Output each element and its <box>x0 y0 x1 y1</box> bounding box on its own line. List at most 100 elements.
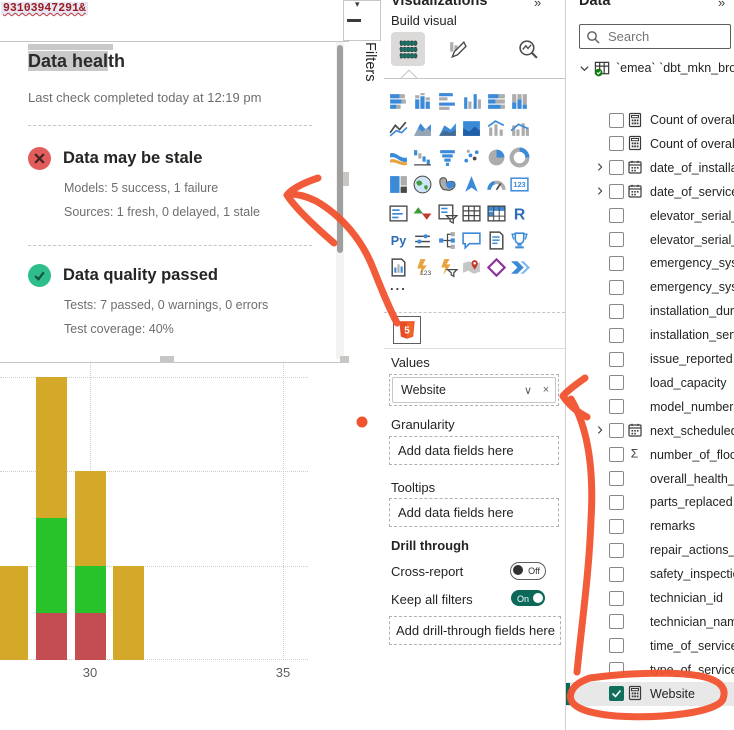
visual-type-line-clustered-column-chart-icon[interactable] <box>508 117 530 139</box>
card-scrollbar[interactable] <box>336 42 344 359</box>
values-field-well[interactable]: Website ∨ × <box>389 374 559 406</box>
visual-type-power-apps-123-icon[interactable]: 123 <box>411 256 433 278</box>
field-checkbox[interactable] <box>609 136 624 151</box>
cross-report-toggle[interactable]: Off <box>510 562 546 580</box>
field-checkbox[interactable] <box>609 591 624 606</box>
bar-segment-red[interactable] <box>36 613 67 660</box>
collapse-pane-icon[interactable]: » <box>534 0 541 10</box>
visual-type-power-automate-icon[interactable] <box>508 256 530 278</box>
bar-segment-gold[interactable] <box>75 471 106 566</box>
field-checkbox[interactable] <box>609 352 624 367</box>
visual-type-python-icon[interactable]: Py <box>387 229 409 251</box>
data-health-visual[interactable]: Data health Last check completed today a… <box>0 41 349 363</box>
visual-type-map-icon[interactable] <box>411 173 433 195</box>
get-more-visuals-button[interactable]: ... <box>390 278 407 293</box>
field-row-website[interactable]: Website <box>566 682 734 706</box>
field-checkbox[interactable] <box>609 471 624 486</box>
visual-type-line-stacked-column-chart-icon[interactable] <box>485 117 507 139</box>
visual-type-power-apps-icon[interactable] <box>485 256 507 278</box>
search-box[interactable] <box>579 24 731 49</box>
chevron-right-icon[interactable] <box>595 424 605 438</box>
collapse-pane-icon[interactable]: » <box>718 0 725 10</box>
table-row-root[interactable]: `emea` `dbt_mkn_bron.. <box>566 56 734 80</box>
visual-type-hundred-stacked-area-chart-icon[interactable] <box>460 117 482 139</box>
field-row-time-of-service[interactable]: time_of_service <box>566 634 734 658</box>
field-checkbox[interactable] <box>609 567 624 582</box>
filters-pane-label[interactable]: Filters <box>362 42 378 81</box>
field-row-emergency-syst[interactable]: emergency_syst.. <box>566 251 734 275</box>
visual-type-hundred-stacked-column-chart-icon[interactable] <box>508 90 530 112</box>
field-row-elevator-serial[interactable]: elevator_serial_.. <box>566 228 734 252</box>
visual-type-stacked-area-chart-icon[interactable] <box>436 117 458 139</box>
visual-type-ribbon-chart-icon[interactable] <box>387 146 409 168</box>
field-row-parts-replaced[interactable]: parts_replaced <box>566 490 734 514</box>
visual-type-arcgis-map-icon[interactable] <box>460 256 482 278</box>
visual-type-r-script-icon[interactable]: R <box>508 202 530 224</box>
granularity-field-well[interactable]: Add data fields here <box>389 436 559 465</box>
tab-build-visual[interactable] <box>391 32 425 66</box>
visual-type-treemap-icon[interactable] <box>387 173 409 195</box>
bar-segment-red[interactable] <box>75 613 106 660</box>
field-row-elevator-serial[interactable]: elevator_serial_.. <box>566 204 734 228</box>
field-row-technician-name[interactable]: technician_name <box>566 610 734 634</box>
field-checkbox[interactable] <box>609 519 624 534</box>
field-row-repair-actions-t[interactable]: repair_actions_t.. <box>566 538 734 562</box>
visual-type-pie-chart-icon[interactable] <box>485 146 507 168</box>
field-checkbox[interactable] <box>609 543 624 558</box>
visual-type-waterfall-chart-icon[interactable] <box>411 146 433 168</box>
field-row-count-of-overal[interactable]: Count of overal.. <box>566 108 734 132</box>
remove-field-icon[interactable]: × <box>537 384 555 396</box>
visual-type-azure-map-icon[interactable] <box>460 173 482 195</box>
field-checkbox[interactable] <box>609 328 624 343</box>
visual-type-slicer-icon[interactable] <box>436 202 458 224</box>
minimize-icon[interactable] <box>347 19 361 22</box>
field-checkbox[interactable] <box>609 304 624 319</box>
visual-type-line-chart-icon[interactable] <box>387 117 409 139</box>
chevron-right-icon[interactable] <box>595 185 605 199</box>
field-row-date-of-installa[interactable]: date_of_installa.. <box>566 156 734 180</box>
chevron-right-icon[interactable] <box>595 161 605 175</box>
field-checkbox[interactable] <box>609 495 624 510</box>
visual-type-card-icon[interactable]: 123 <box>508 173 530 195</box>
field-checkbox[interactable] <box>609 113 624 128</box>
field-row-number-of-floo[interactable]: Σnumber_of_floo.. <box>566 443 734 467</box>
field-pill-website[interactable]: Website ∨ × <box>392 377 556 403</box>
chevron-down-icon[interactable]: ∨ <box>519 384 537 397</box>
visual-header-menu[interactable]: ▾ <box>343 0 381 41</box>
visual-type-hundred-stacked-bar-chart-icon[interactable] <box>485 90 507 112</box>
field-row-count-of-overal[interactable]: Count of overal.. <box>566 132 734 156</box>
stacked-column-chart-visual[interactable]: 3035 <box>0 363 349 703</box>
visual-type-area-chart-icon[interactable] <box>411 117 433 139</box>
visual-type-matrix-icon[interactable] <box>485 202 507 224</box>
field-checkbox[interactable] <box>609 280 624 295</box>
field-checkbox[interactable] <box>609 662 624 677</box>
visual-type-filled-map-icon[interactable] <box>436 173 458 195</box>
visual-type-gauge-icon[interactable] <box>485 173 507 195</box>
visual-type-clustered-bar-chart-icon[interactable] <box>436 90 458 112</box>
visual-type-metrics-icon[interactable] <box>508 229 530 251</box>
field-checkbox[interactable] <box>609 638 624 653</box>
visual-type-smart-narrative-icon[interactable] <box>485 229 507 251</box>
visual-type-power-automate-trigger-icon[interactable] <box>436 256 458 278</box>
bar-segment-gold[interactable] <box>36 377 67 519</box>
resize-handle-corner[interactable] <box>340 356 349 363</box>
field-row-next-scheduled[interactable]: next_scheduled.. <box>566 419 734 443</box>
html5-custom-visual-icon[interactable]: 5 <box>393 316 421 344</box>
visual-type-kpi-icon[interactable] <box>411 202 433 224</box>
bar-segment-green[interactable] <box>75 566 106 613</box>
drill-through-field-well[interactable]: Add drill-through fields here <box>389 616 561 645</box>
field-checkbox[interactable] <box>609 232 624 247</box>
bar-segment-gold[interactable] <box>113 566 144 661</box>
field-row-overall-health-c[interactable]: overall_health_c.. <box>566 467 734 491</box>
field-row-load-capacity[interactable]: load_capacity <box>566 371 734 395</box>
visual-type-stacked-bar-chart-icon[interactable] <box>387 90 409 112</box>
keep-all-filters-toggle[interactable]: On <box>511 590 545 606</box>
field-row-emergency-syst[interactable]: emergency_syst.. <box>566 275 734 299</box>
visual-type-qna-icon[interactable] <box>460 229 482 251</box>
field-row-technician-id[interactable]: technician_id <box>566 586 734 610</box>
field-checkbox[interactable] <box>609 686 624 701</box>
bar-segment-green[interactable] <box>36 518 67 613</box>
field-row-issue-reported[interactable]: issue_reported <box>566 347 734 371</box>
scrollbar-thumb[interactable] <box>337 45 343 253</box>
tab-format-visual[interactable] <box>439 32 473 66</box>
